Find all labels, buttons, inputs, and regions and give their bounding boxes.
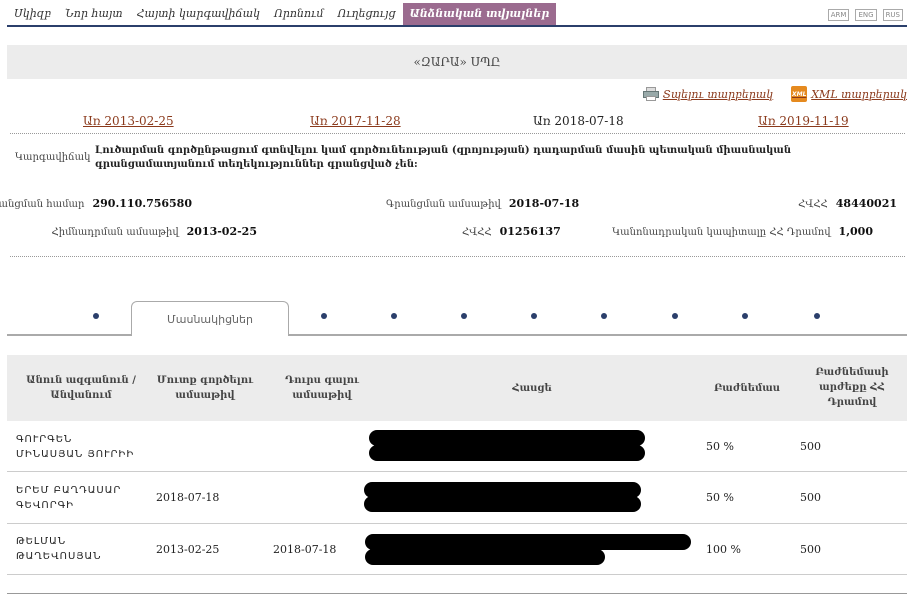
- founding-date-value: 2013-02-25: [186, 225, 257, 238]
- tab-dot[interactable]: [93, 313, 99, 319]
- date-history: Առ 2013-02-25 Առ 2017-11-28 Առ 2018-07-1…: [7, 114, 907, 130]
- status-label: Կարգավիճակ: [15, 152, 91, 163]
- tax-id-value: 48440021: [835, 197, 897, 210]
- code-field: ՀՎՀՀ 01256137: [462, 225, 561, 238]
- col-share-value: Բաժնեմասի արժեքը ՀՀ Դրամով: [815, 367, 889, 408]
- col-share: Բաժնեմաս: [713, 383, 781, 394]
- nav-request-status[interactable]: Հայտի կարգավիճակ: [130, 3, 267, 25]
- share-value: 500: [800, 440, 821, 453]
- tab-dot[interactable]: [742, 313, 748, 319]
- tab-dot[interactable]: [391, 313, 397, 319]
- share-percent: 50 %: [706, 491, 734, 504]
- nav-home[interactable]: Սկիզբ: [7, 3, 58, 25]
- nav-personal-data[interactable]: Անձնական տվյալներ: [402, 3, 557, 25]
- status-value: Լուծարման գործընթացում գտնվելու կամ գործ…: [95, 145, 792, 170]
- participant-name: ԹԵԼՄԱՆ ԹԱՂԵՎՈՍՅԱՆ: [16, 536, 102, 562]
- redacted-address: [369, 430, 645, 446]
- capital-field: Կանոնադրական կապիտալը ՀՀ Դրամով 1,000: [612, 225, 873, 238]
- top-nav: Սկիզբ Նոր հայտ Հայտի կարգավիճակ Որոնում …: [7, 3, 907, 25]
- code-value: 01256137: [499, 225, 561, 238]
- tab-dot[interactable]: [461, 313, 467, 319]
- table-row: ԳՈՒՐԳԵՆ ՄԻՆԱՍՅԱՆ ՅՈՒՐԻԻ 50 % 500: [7, 421, 907, 472]
- print-version-link[interactable]: Տպելու տարբերակ: [642, 87, 774, 101]
- participant-name: ԳՈՒՐԳԵՆ ՄԻՆԱՍՅԱՆ ՅՈՒՐԻԻ: [16, 434, 135, 460]
- tab-dot[interactable]: [814, 313, 820, 319]
- language-switcher: ARM ENG RUS: [827, 9, 903, 21]
- company-name: «ԶԱՐԱ» ՍՊԸ: [7, 45, 907, 79]
- share-value: 500: [800, 491, 821, 504]
- participant-name: ԵՐԵՄ ԲԱՂԴԱՍԱՐ ԳԵՎՈՐԳԻ: [16, 485, 122, 511]
- entry-date: 2018-07-18: [156, 491, 220, 504]
- xml-file-icon: XML: [791, 86, 808, 102]
- tax-id-label: ՀՎՀՀ: [798, 199, 828, 210]
- table-row: ԹԵԼՄԱՆ ԹԱՂԵՎՈՍՅԱՆ 2013-02-25 2018-07-18 1…: [7, 524, 907, 575]
- participants-table-header: Անուն ազգանուն / Անվանում Մուտք գործելու…: [7, 355, 907, 421]
- founding-date-field: Հիմնադրման ամսաթիվ 2013-02-25: [52, 225, 257, 238]
- code-label: ՀՎՀՀ: [462, 227, 492, 238]
- col-entry-date: Մուտք գործելու ամսաթիվ: [156, 375, 254, 401]
- reg-date-value: 2018-07-18: [508, 197, 580, 210]
- table-row: ԵՐԵՄ ԲԱՂԴԱՍԱՐ ԳԵՎՈՐԳԻ 2018-07-18 50 % 500: [7, 472, 907, 524]
- tab-dot[interactable]: [672, 313, 678, 319]
- capital-label: Կանոնադրական կապիտալը ՀՀ Դրամով: [612, 227, 831, 238]
- col-name: Անուն ազգանուն / Անվանում: [26, 375, 136, 401]
- divider: [10, 256, 905, 257]
- tab-dot[interactable]: [321, 313, 327, 319]
- nav-divider: [7, 25, 907, 27]
- reg-number-label: Գրանցման համար: [0, 199, 85, 210]
- divider: [10, 133, 905, 134]
- tax-id-field: ՀՎՀՀ 48440021: [798, 197, 897, 210]
- share-value: 500: [800, 543, 821, 556]
- lang-eng[interactable]: ENG: [855, 9, 877, 21]
- xml-version-link[interactable]: XML XML տարբերակ: [791, 86, 907, 102]
- redacted-address: [365, 534, 691, 550]
- redacted-address: [369, 445, 645, 461]
- lang-arm[interactable]: ARM: [827, 9, 850, 21]
- tab-participants[interactable]: Մասնակիցներ: [131, 301, 289, 336]
- print-version-label: Տպելու տարբերակ: [662, 87, 774, 101]
- date-link-2[interactable]: Առ 2017-11-28: [310, 114, 401, 128]
- tab-dot[interactable]: [531, 313, 537, 319]
- date-current: Առ 2018-07-18: [533, 114, 624, 128]
- entry-date: 2013-02-25: [156, 543, 220, 556]
- bottom-divider: [7, 593, 907, 594]
- printer-icon: [642, 87, 659, 101]
- col-address: Հասցե: [512, 383, 552, 394]
- reg-date-field: Գրանցման ամսաթիվ 2018-07-18: [386, 197, 579, 210]
- redacted-address: [364, 496, 641, 512]
- reg-date-label: Գրանցման ամսաթիվ: [386, 199, 501, 210]
- reg-number-field: Գրանցման համար 290.110.756580: [0, 197, 192, 210]
- col-exit-date: Դուրս գալու ամսաթիվ: [285, 375, 359, 401]
- nav-search[interactable]: Որոնում: [267, 3, 331, 25]
- lang-rus[interactable]: RUS: [882, 9, 903, 21]
- reg-number-value: 290.110.756580: [92, 197, 192, 210]
- nav-new-request[interactable]: Նոր հայտ: [58, 3, 130, 25]
- download-links: Տպելու տարբերակ XML XML տարբերակ: [642, 86, 907, 102]
- exit-date: 2018-07-18: [273, 543, 337, 556]
- capital-value: 1,000: [838, 225, 873, 238]
- xml-version-label: XML տարբերակ: [811, 87, 907, 101]
- founding-date-label: Հիմնադրման ամսաթիվ: [51, 227, 179, 238]
- nav-guide[interactable]: Ուղեցույց: [331, 3, 403, 25]
- share-percent: 50 %: [706, 440, 734, 453]
- date-link-1[interactable]: Առ 2013-02-25: [83, 114, 174, 128]
- date-link-4[interactable]: Առ 2019-11-19: [758, 114, 849, 128]
- redacted-address: [365, 549, 605, 565]
- share-percent: 100 %: [706, 543, 741, 556]
- tab-dot[interactable]: [601, 313, 607, 319]
